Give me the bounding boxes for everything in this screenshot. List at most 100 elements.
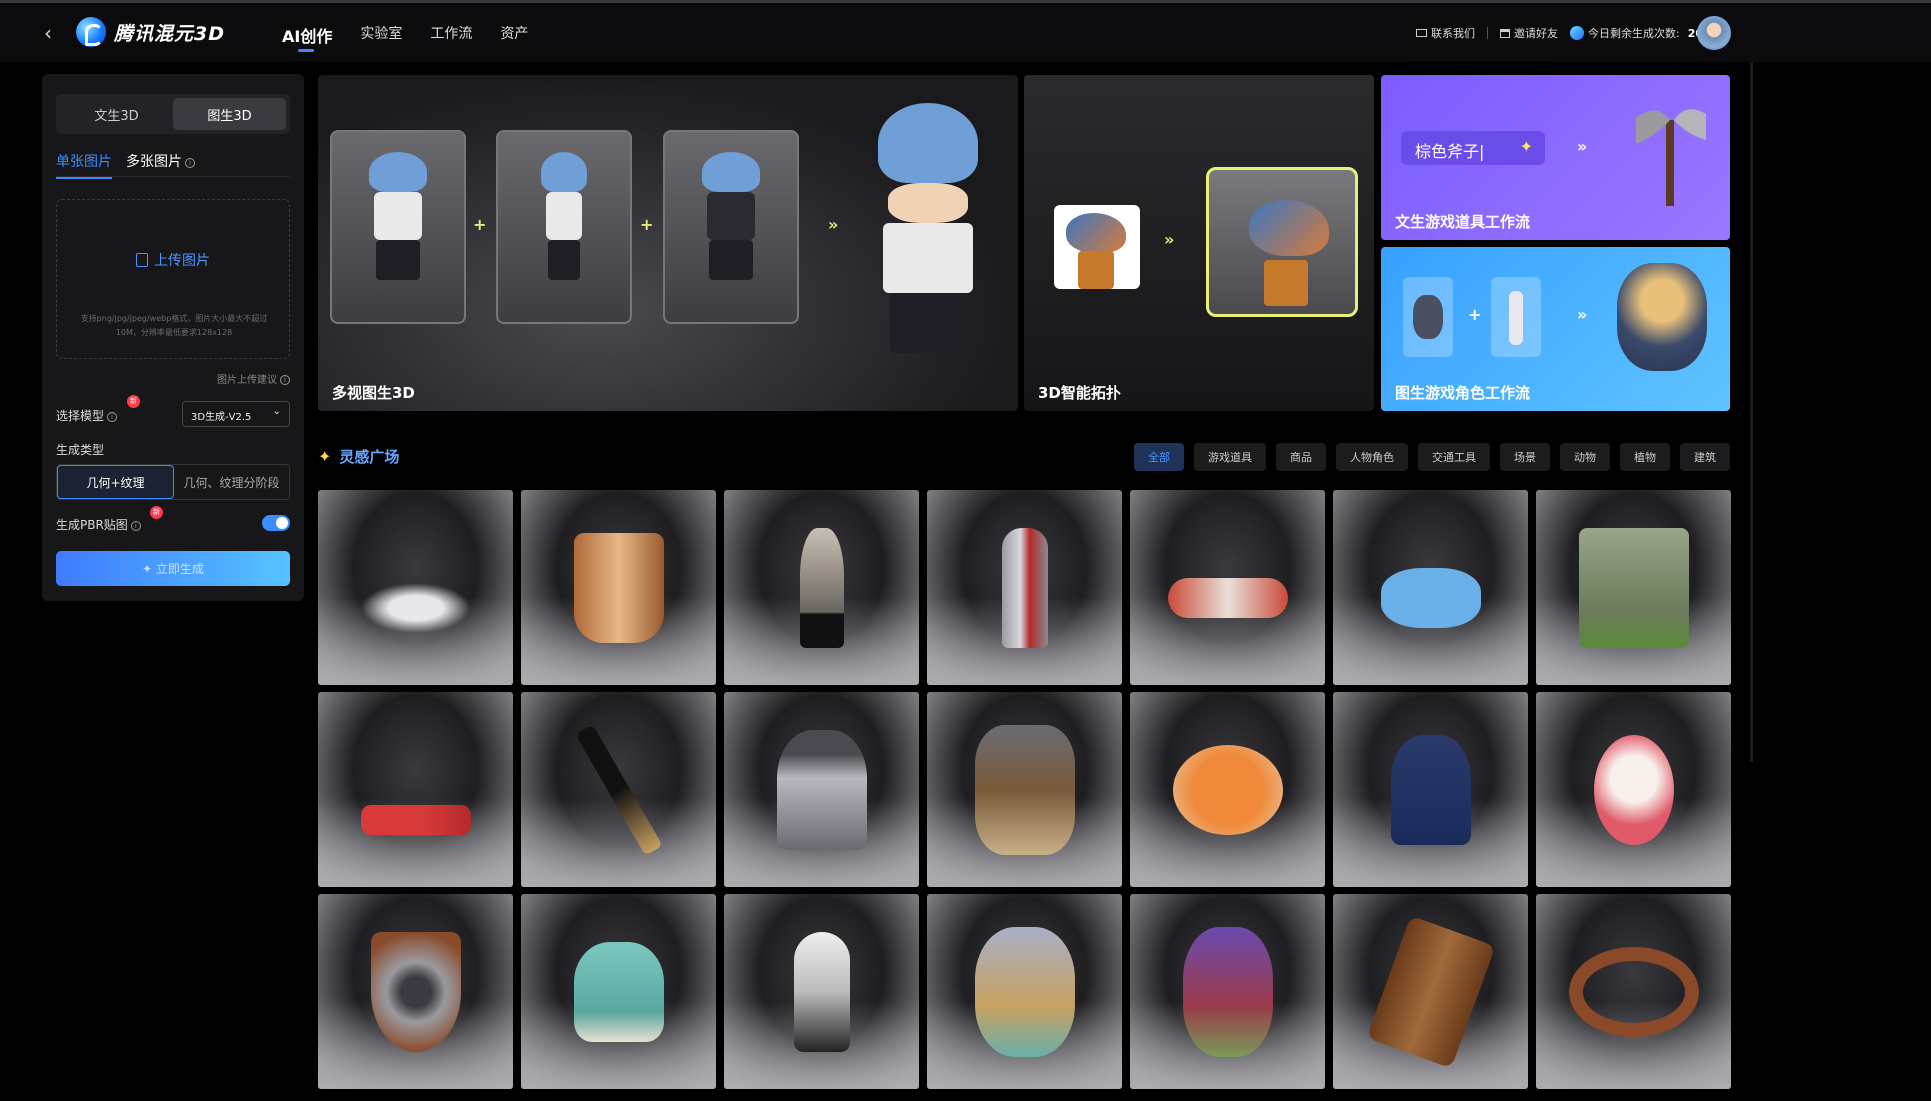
banner-image-character-workflow[interactable]: + » 图生游戏角色工作流 bbox=[1381, 247, 1730, 411]
tab-text-to-3d[interactable]: 文生3D bbox=[60, 98, 173, 130]
bunny-daruma-model-image bbox=[1593, 734, 1674, 845]
wooden-tray-model-image bbox=[1365, 915, 1496, 1068]
gallery-item-brush[interactable] bbox=[1333, 490, 1528, 685]
pbr-toggle[interactable] bbox=[262, 515, 290, 531]
prop-prompt-text: 棕色斧子| bbox=[1415, 142, 1485, 161]
filter-buildings[interactable]: 建筑 bbox=[1680, 443, 1730, 471]
page-scrollbar[interactable] bbox=[1750, 62, 1753, 762]
arrow-icon: » bbox=[828, 215, 839, 234]
gallery-item-crab[interactable] bbox=[1130, 692, 1325, 887]
gallery-item-leather-collar[interactable] bbox=[1536, 894, 1731, 1089]
model-label-text: 选择模型 bbox=[56, 409, 105, 423]
character-3d-model-image bbox=[858, 103, 998, 373]
gallery-item-airplane[interactable] bbox=[1130, 490, 1325, 685]
filter-all[interactable]: 全部 bbox=[1134, 443, 1184, 471]
gallery-item-wooden-tray[interactable] bbox=[1333, 894, 1528, 1089]
brand-logo[interactable]: 腾讯混元3D bbox=[76, 17, 225, 47]
upload-dropzone[interactable]: 上传图片 支持png/jpg/jpeg/webp格式，图片大小最大不超过10M，… bbox=[56, 199, 290, 359]
image-count-tabs: 单张图片 多张图片 i bbox=[56, 151, 195, 179]
tab-single-image[interactable]: 单张图片 bbox=[56, 151, 112, 179]
tab-multi-image[interactable]: 多张图片 i bbox=[126, 151, 195, 179]
gallery-item-scorpion[interactable] bbox=[318, 490, 513, 685]
gallery-filters: 全部 游戏道具 商品 人物角色 交通工具 场景 动物 植物 建筑 bbox=[1134, 443, 1730, 471]
leather-collar-model-image bbox=[1568, 946, 1699, 1037]
new-badge: 新 bbox=[150, 506, 163, 519]
copper-mug-model-image bbox=[573, 532, 664, 643]
gallery-item-bunny-daruma[interactable] bbox=[1536, 692, 1731, 887]
nav-assets[interactable]: 资产 bbox=[500, 23, 528, 47]
info-icon[interactable]: i bbox=[130, 521, 141, 531]
upload-button[interactable]: 上传图片 bbox=[57, 250, 289, 270]
gallery-item-shield[interactable] bbox=[318, 894, 513, 1089]
tab-multi-image-label: 多张图片 bbox=[126, 154, 182, 170]
gallery-item-horse-chess[interactable] bbox=[724, 490, 919, 685]
mail-icon bbox=[1415, 29, 1427, 37]
gen-type-staged[interactable]: 几何、纹理分阶段 bbox=[174, 465, 289, 499]
gallery-item-purple-monster[interactable] bbox=[1130, 894, 1325, 1089]
bear-warrior-model-image bbox=[974, 724, 1075, 855]
gen-type-geometry-texture[interactable]: 几何+纹理 bbox=[57, 465, 174, 499]
filter-game-props[interactable]: 游戏道具 bbox=[1194, 443, 1266, 471]
top-bar: ‹ 腾讯混元3D AI创作 实验室 工作流 资产 联系我们 邀请好友 今日剩余生… bbox=[0, 0, 1931, 62]
filter-plants[interactable]: 植物 bbox=[1620, 443, 1670, 471]
gallery-item-hedgehog-king[interactable] bbox=[927, 894, 1122, 1089]
nav-workflow[interactable]: 工作流 bbox=[430, 23, 472, 47]
divider bbox=[56, 176, 290, 177]
scorpion-model-image bbox=[360, 582, 471, 633]
arrow-icon: » bbox=[1577, 137, 1588, 156]
gallery-title: 灵感广场 bbox=[339, 448, 400, 466]
filter-scenes[interactable]: 场景 bbox=[1500, 443, 1550, 471]
knight-model-image bbox=[1001, 527, 1048, 648]
info-icon[interactable]: i bbox=[185, 158, 195, 168]
info-icon[interactable]: i bbox=[107, 412, 118, 422]
back-view-card bbox=[663, 130, 799, 324]
invite-link[interactable]: 邀请好友 bbox=[1499, 25, 1558, 41]
gallery-item-knight[interactable] bbox=[927, 490, 1122, 685]
upload-icon bbox=[136, 253, 148, 267]
gallery-item-fountain-pen[interactable] bbox=[521, 692, 716, 887]
new-badge: 新 bbox=[127, 395, 140, 408]
banner-text-prop-workflow[interactable]: 棕色斧子| ✦ » 文生游戏道具工作流 bbox=[1381, 75, 1730, 240]
filter-products[interactable]: 商品 bbox=[1276, 443, 1326, 471]
gen-type-switch: 几何+纹理 几何、纹理分阶段 bbox=[56, 464, 290, 500]
banner-multiview[interactable]: + + » 多视图生3D bbox=[318, 75, 1018, 411]
gallery-item-copper-mug[interactable] bbox=[521, 490, 716, 685]
filter-animals[interactable]: 动物 bbox=[1560, 443, 1610, 471]
gallery-item-bear-warrior[interactable] bbox=[927, 692, 1122, 887]
temple-model-image bbox=[1578, 527, 1689, 648]
gallery-item-spiderman-bust[interactable] bbox=[1333, 692, 1528, 887]
tab-image-to-3d[interactable]: 图生3D bbox=[173, 98, 286, 130]
gallery-item-temple[interactable] bbox=[1536, 490, 1731, 685]
contact-link[interactable]: 联系我们 bbox=[1415, 25, 1475, 41]
gallery-item-astronaut[interactable] bbox=[724, 894, 919, 1089]
gallery-header: ✦ 灵感广场 bbox=[318, 446, 399, 467]
nav-ai-create[interactable]: AI创作 bbox=[282, 23, 332, 52]
pbr-label-text: 生成PBR贴图 bbox=[56, 518, 128, 532]
banner-topology[interactable]: » 3D智能拓扑 bbox=[1024, 75, 1374, 411]
gallery-item-soldier[interactable] bbox=[724, 692, 919, 887]
axe-image bbox=[1636, 109, 1706, 206]
gallery-item-saucepan[interactable] bbox=[318, 692, 513, 887]
user-avatar[interactable] bbox=[1697, 16, 1731, 50]
model-select[interactable]: 3D生成-V2.5 ⌄ bbox=[182, 401, 290, 427]
contact-label: 联系我们 bbox=[1430, 27, 1475, 40]
nav-lab[interactable]: 实验室 bbox=[360, 23, 402, 47]
back-icon[interactable]: ‹ bbox=[44, 23, 64, 43]
upload-tips-link[interactable]: 图片上传建议 i bbox=[217, 371, 290, 386]
airplane-model-image bbox=[1167, 577, 1288, 618]
side-view-card bbox=[496, 130, 632, 324]
fountain-pen-model-image bbox=[574, 723, 663, 856]
gen-type-label: 生成类型 bbox=[56, 443, 105, 457]
prop-prompt-input: 棕色斧子| ✦ bbox=[1401, 131, 1545, 165]
stump-model-image bbox=[1264, 260, 1308, 306]
soldier-model-image bbox=[776, 729, 867, 850]
gallery-item-teacup[interactable] bbox=[521, 894, 716, 1089]
filter-vehicles[interactable]: 交通工具 bbox=[1418, 443, 1490, 471]
filter-characters[interactable]: 人物角色 bbox=[1336, 443, 1408, 471]
generate-button[interactable]: ✦ 立即生成 bbox=[56, 551, 290, 586]
plus-icon: + bbox=[1468, 305, 1482, 324]
banner-prop-title: 文生游戏道具工作流 bbox=[1395, 213, 1531, 231]
upload-hint: 支持png/jpg/jpeg/webp格式，图片大小最大不超过10M，分辨率最低… bbox=[80, 314, 268, 337]
invite-label: 邀请好友 bbox=[1513, 27, 1558, 40]
stump-image bbox=[1078, 251, 1114, 289]
